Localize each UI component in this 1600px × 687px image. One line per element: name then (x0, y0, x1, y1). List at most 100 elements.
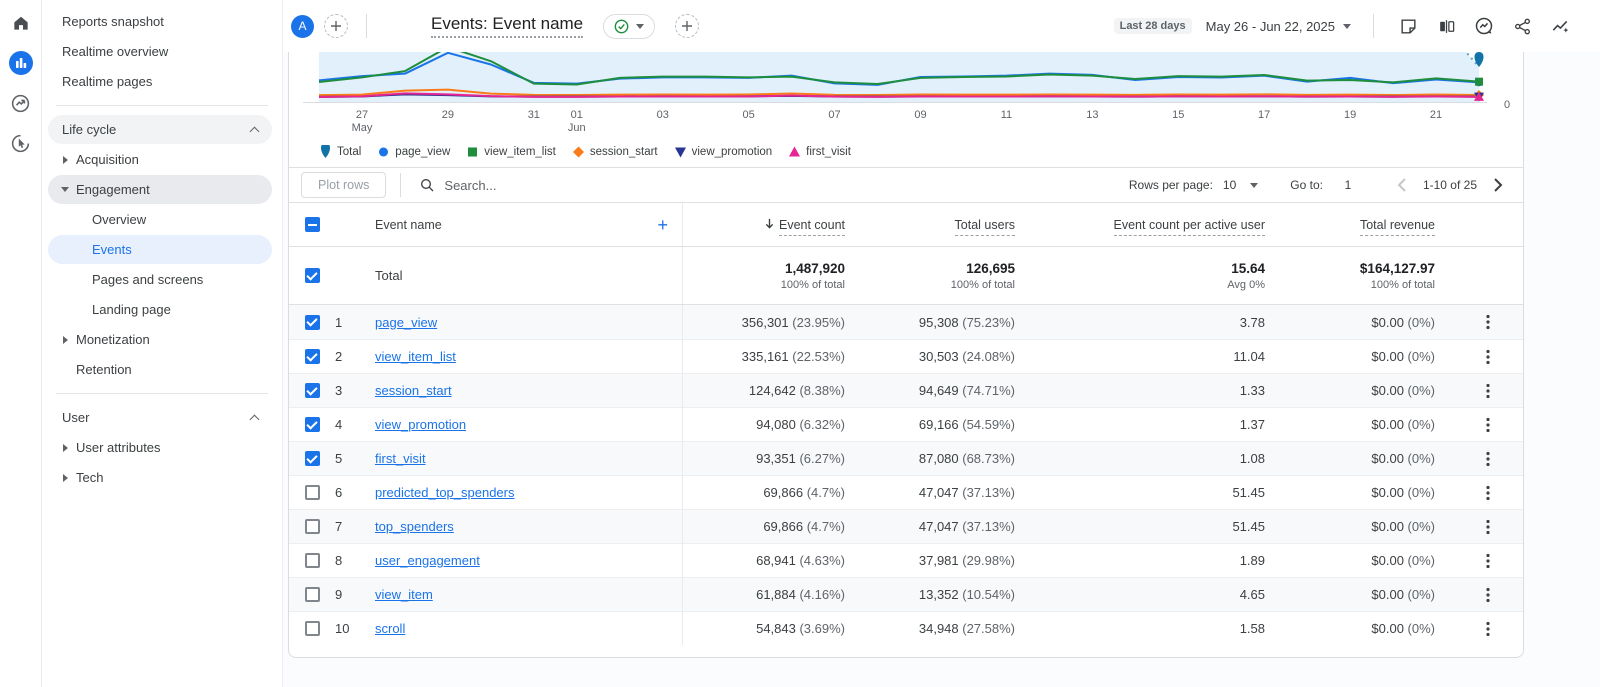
nav-item-label: Reports snapshot (62, 14, 164, 29)
row-checkbox[interactable] (305, 315, 320, 330)
add-comparison-button[interactable] (324, 14, 348, 38)
row-menu-icon[interactable] (1453, 383, 1523, 399)
data-quality-pill[interactable] (603, 14, 655, 39)
event-name-link[interactable]: view_item (375, 587, 433, 602)
advertising-icon[interactable] (8, 130, 34, 156)
total-users-cell: 95,308 (75.23%) (863, 315, 1033, 330)
row-checkbox[interactable] (305, 621, 320, 636)
nav-item-user-attributes[interactable]: User attributes (48, 433, 272, 462)
next-page-icon[interactable] (1487, 174, 1509, 196)
go-to-page-input[interactable] (1333, 178, 1363, 192)
row-checkbox[interactable] (305, 417, 320, 432)
event-count-cell: 94,080 (6.32%) (683, 417, 863, 432)
table-row-page_view: 1page_view 356,301 (23.95%)95,308 (75.23%… (289, 305, 1523, 339)
home-icon[interactable] (8, 10, 34, 36)
table-row-first_visit: 5first_visit93,351 (6.27%)87,080 (68.73%… (289, 441, 1523, 475)
comparison-avatar[interactable]: A (291, 15, 314, 38)
column-header-event-name[interactable]: Event name (375, 218, 442, 232)
column-header-total-revenue[interactable]: Total revenue (1283, 218, 1453, 232)
event-name-link[interactable]: page_view (375, 315, 437, 330)
row-index: 1 (335, 315, 375, 330)
nav-item-acquisition[interactable]: Acquisition (48, 145, 272, 174)
page-title[interactable]: Events: Event name (431, 14, 583, 38)
row-menu-icon[interactable] (1453, 519, 1523, 535)
row-menu-icon[interactable] (1453, 621, 1523, 637)
nav-item-reports-snapshot[interactable]: Reports snapshot (48, 7, 272, 36)
event-name-link[interactable]: session_start (375, 383, 452, 398)
report-card: 27May293101Jun030507091113151719210 Tota… (288, 52, 1524, 658)
event-name-link[interactable]: view_item_list (375, 349, 456, 364)
add-column-icon[interactable]: + (657, 216, 668, 234)
row-checkbox[interactable] (305, 383, 320, 398)
event-name-link[interactable]: predicted_top_spenders (375, 485, 515, 500)
nav-item-label: Tech (76, 470, 103, 485)
collapse-section-icon[interactable] (250, 127, 260, 137)
collapse-section-icon[interactable] (250, 415, 260, 425)
revenue-cell: $0.00 (0%) (1283, 417, 1453, 432)
row-menu-icon[interactable] (1453, 451, 1523, 467)
column-header-event-count-per-active-user[interactable]: Event count per active user (1033, 218, 1283, 232)
event-name-link[interactable]: scroll (375, 621, 405, 636)
nav-item-label: Events (92, 242, 132, 257)
nav-item-user[interactable]: User (48, 403, 272, 432)
add-report-button[interactable] (675, 14, 699, 38)
column-header-event-count[interactable]: Event count (683, 218, 863, 232)
legend-item-page_view: page_view (377, 145, 450, 159)
row-menu-icon[interactable] (1453, 314, 1523, 330)
total-users-cell: 94,649 (74.71%) (863, 383, 1033, 398)
nav-item-landing-page[interactable]: Landing page (48, 295, 272, 324)
nav-item-realtime-overview[interactable]: Realtime overview (48, 37, 272, 66)
nav-item-engagement[interactable]: Engagement (48, 175, 272, 204)
svg-text:07: 07 (828, 109, 840, 121)
event-name-link[interactable]: user_engagement (375, 553, 480, 568)
row-checkbox[interactable] (305, 451, 320, 466)
row-checkbox[interactable] (305, 519, 320, 534)
customize-report-icon[interactable] (1548, 14, 1572, 38)
legend-item-first_visit: first_visit (788, 145, 851, 159)
date-range-picker[interactable]: May 26 - Jun 22, 2025 (1206, 19, 1351, 34)
nav-item-tech[interactable]: Tech (48, 463, 272, 492)
table-body: 1page_view 356,301 (23.95%)95,308 (75.23%… (289, 305, 1523, 645)
chevron-down-icon (1250, 183, 1258, 188)
row-menu-icon[interactable] (1453, 417, 1523, 433)
nav-item-pages-and-screens[interactable]: Pages and screens (48, 265, 272, 294)
row-index: 7 (335, 519, 375, 534)
previous-page-icon[interactable] (1391, 174, 1413, 196)
event-name-link[interactable]: view_promotion (375, 417, 466, 432)
row-menu-icon[interactable] (1453, 553, 1523, 569)
row-checkbox[interactable] (305, 485, 320, 500)
nav-item-monetization[interactable]: Monetization (48, 325, 272, 354)
event-count-cell: 69,866 (4.7%) (683, 485, 863, 500)
nav-item-life-cycle[interactable]: Life cycle (48, 115, 272, 144)
comparison-icon[interactable] (1434, 14, 1458, 38)
event-name-link[interactable]: top_spenders (375, 519, 454, 534)
legend-triangle-down-marker (674, 145, 687, 159)
total-users-cell: 30,503 (24.08%) (863, 349, 1033, 364)
nav-item-realtime-pages[interactable]: Realtime pages (48, 67, 272, 96)
nav-item-events[interactable]: Events (48, 235, 272, 264)
row-menu-icon[interactable] (1453, 485, 1523, 501)
nav-item-overview[interactable]: Overview (48, 205, 272, 234)
nav-item-retention[interactable]: Retention (48, 355, 272, 384)
row-menu-icon[interactable] (1453, 587, 1523, 603)
plot-rows-button[interactable]: Plot rows (301, 172, 386, 198)
share-icon[interactable] (1510, 14, 1534, 38)
column-header-total-users[interactable]: Total users (863, 218, 1033, 232)
select-all-checkbox[interactable] (305, 217, 320, 232)
sticky-note-icon[interactable] (1396, 14, 1420, 38)
legend-item-session_start: session_start (572, 145, 658, 159)
total-row-checkbox[interactable] (305, 268, 320, 283)
insights-icon[interactable] (1472, 14, 1496, 38)
row-index: 2 (335, 349, 375, 364)
event-name-link[interactable]: first_visit (375, 451, 426, 466)
row-checkbox[interactable] (305, 349, 320, 364)
rows-per-page-select[interactable]: 10 (1223, 178, 1258, 192)
search-input[interactable] (444, 178, 664, 193)
row-menu-icon[interactable] (1453, 349, 1523, 365)
row-checkbox[interactable] (305, 587, 320, 602)
row-checkbox[interactable] (305, 553, 320, 568)
reports-icon[interactable] (8, 50, 34, 76)
svg-text:Jun: Jun (568, 122, 586, 134)
event-count-cell: 356,301 (23.95%) (683, 315, 863, 330)
explore-icon[interactable] (8, 90, 34, 116)
